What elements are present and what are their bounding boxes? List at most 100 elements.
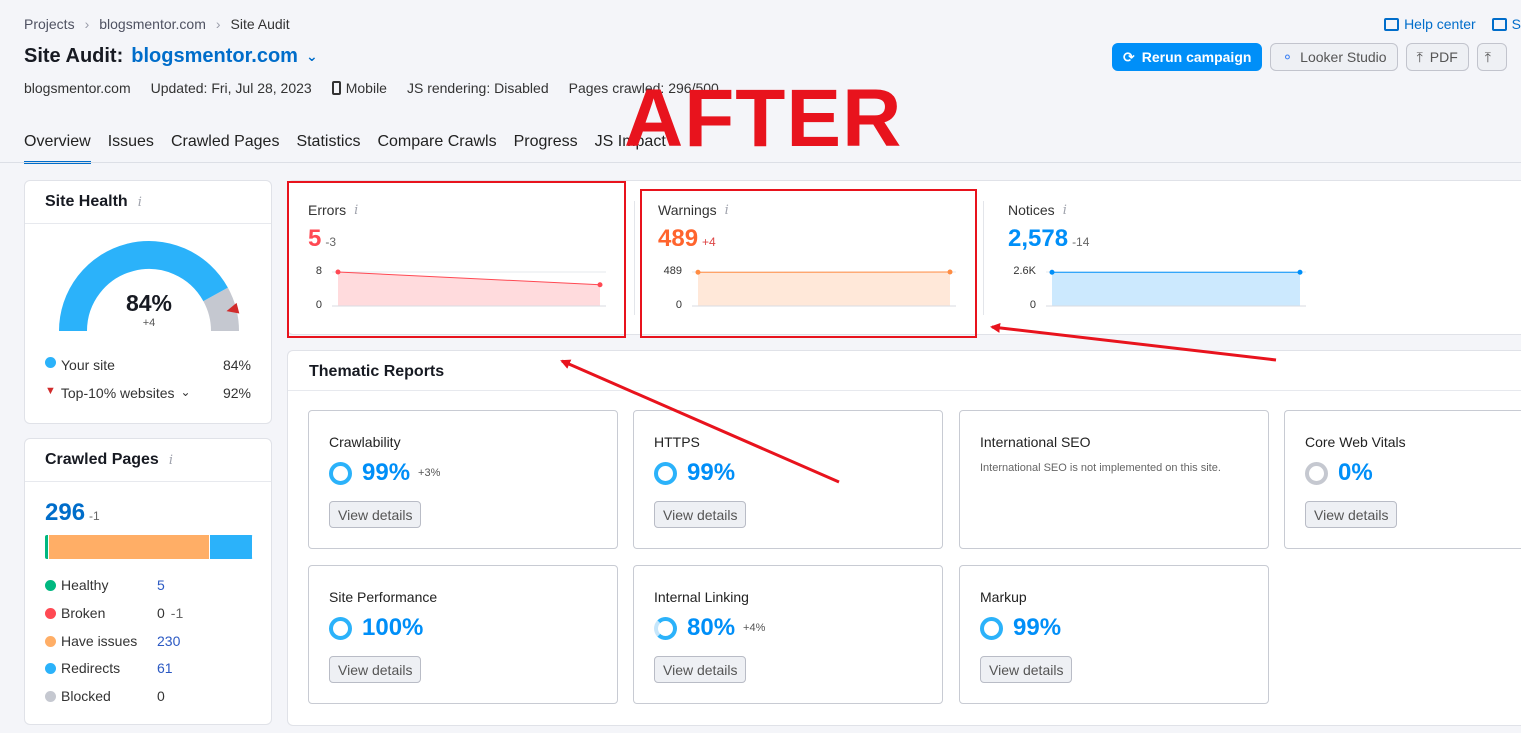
view-details-button[interactable]: View details bbox=[329, 501, 422, 528]
breadcrumb-projects[interactable]: Projects bbox=[24, 16, 75, 32]
row-redirects: Redirects 61 bbox=[45, 660, 173, 676]
blocked-dot bbox=[45, 691, 56, 702]
progress-ring-icon bbox=[329, 461, 352, 485]
site-performance-score[interactable]: 100% bbox=[329, 614, 423, 642]
your-site-row: Your site 84% bbox=[45, 357, 251, 373]
progress-ring-icon bbox=[329, 616, 352, 640]
tab-overview[interactable]: Overview bbox=[24, 133, 91, 164]
progress-ring-icon bbox=[1305, 461, 1328, 485]
after-annotation: AFTER bbox=[624, 73, 903, 164]
info-icon[interactable]: i bbox=[1063, 203, 1067, 218]
site-health-card: Site Health i 84% +4 Your site 84% ▼ Top… bbox=[24, 180, 272, 424]
meta-domain: blogsmentor.com bbox=[24, 80, 131, 96]
breadcrumb: Projects › blogsmentor.com › Site Audit bbox=[24, 16, 290, 32]
issues-dot bbox=[45, 636, 56, 647]
top-links: Help center S bbox=[1384, 16, 1521, 32]
header-actions: ⟳ Rerun campaign ⚬ Looker Studio ⤒ PDF ⤒ bbox=[1112, 43, 1507, 71]
row-have-issues: Have issues 230 bbox=[45, 633, 180, 649]
view-details-button[interactable]: View details bbox=[654, 656, 747, 683]
chevron-right-icon: › bbox=[84, 16, 90, 32]
data-point bbox=[1049, 269, 1055, 275]
meta-device: Mobile bbox=[331, 80, 387, 96]
mobile-icon bbox=[331, 81, 341, 95]
notices-chart bbox=[1046, 269, 1306, 307]
progress-ring-icon bbox=[654, 616, 677, 640]
notices-value[interactable]: 2,578 -14 bbox=[1008, 225, 1089, 253]
tab-crawled-pages[interactable]: Crawled Pages bbox=[171, 133, 280, 164]
book-icon bbox=[1384, 18, 1400, 31]
row-blocked: Blocked 0 bbox=[45, 688, 165, 704]
chat-icon bbox=[1491, 18, 1507, 31]
upload-icon: ⤒ bbox=[1484, 48, 1491, 65]
crawlability-score[interactable]: 99% +3% bbox=[329, 459, 440, 487]
progress-ring-icon bbox=[980, 616, 1003, 640]
tabs: Overview Issues Crawled Pages Statistics… bbox=[24, 133, 666, 164]
crawled-total[interactable]: 296 -1 bbox=[45, 499, 100, 527]
upload-icon: ⤒ bbox=[1416, 48, 1423, 65]
divider bbox=[983, 201, 984, 315]
triangle-down-icon: ▼ bbox=[45, 385, 56, 397]
your-site-dot bbox=[45, 357, 56, 368]
notices-ytop: 2.6K bbox=[1013, 265, 1036, 277]
markup-score[interactable]: 99% bbox=[980, 614, 1061, 642]
page-title: Site Audit: blogsmentor.com ⌄ bbox=[24, 45, 318, 68]
info-icon[interactable]: i bbox=[169, 453, 173, 468]
site-health-header: Site Health i bbox=[25, 181, 271, 224]
tab-statistics[interactable]: Statistics bbox=[296, 133, 360, 164]
report-international-seo: International SEO International SEO is n… bbox=[959, 410, 1269, 549]
info-icon[interactable]: i bbox=[138, 195, 142, 210]
chevron-down-icon: ⌄ bbox=[180, 385, 191, 399]
redirects-dot bbox=[45, 663, 56, 674]
annotation-box-warnings bbox=[640, 189, 977, 338]
https-score[interactable]: 99% bbox=[654, 459, 735, 487]
view-details-button[interactable]: View details bbox=[654, 501, 747, 528]
notices-label: Notices i bbox=[1008, 202, 1067, 218]
site-health-value: 84% bbox=[125, 290, 173, 316]
help-center-link[interactable]: Help center bbox=[1384, 16, 1476, 32]
broken-dot bbox=[45, 608, 56, 619]
progress-ring-icon bbox=[654, 461, 677, 485]
report-markup: Markup 99% View details bbox=[959, 565, 1269, 704]
crawled-pages-bar bbox=[45, 535, 253, 559]
divider bbox=[288, 390, 1521, 391]
row-broken: Broken 0 -1 bbox=[45, 605, 183, 621]
row-healthy: Healthy 5 bbox=[45, 577, 165, 593]
internal-linking-score[interactable]: 80% +4% bbox=[654, 614, 765, 642]
send-feedback-link[interactable]: S bbox=[1491, 16, 1521, 32]
core-web-vitals-score[interactable]: 0% bbox=[1305, 459, 1373, 487]
rerun-campaign-button[interactable]: ⟳ Rerun campaign bbox=[1112, 43, 1263, 71]
data-point bbox=[1297, 269, 1303, 275]
view-details-button[interactable]: View details bbox=[1305, 501, 1398, 528]
tab-issues[interactable]: Issues bbox=[108, 133, 154, 164]
pdf-button[interactable]: ⤒ PDF bbox=[1405, 43, 1469, 71]
view-details-button[interactable]: View details bbox=[329, 656, 422, 683]
view-details-button[interactable]: View details bbox=[980, 656, 1073, 683]
chevron-right-icon: › bbox=[215, 16, 221, 32]
notices-ybottom: 0 bbox=[1029, 299, 1036, 311]
area-fill bbox=[1052, 272, 1300, 306]
report-internal-linking: Internal Linking 80% +4% View details bbox=[633, 565, 943, 704]
tab-compare-crawls[interactable]: Compare Crawls bbox=[377, 133, 496, 164]
domain-selector[interactable]: blogsmentor.com bbox=[131, 45, 298, 68]
bar-segment-have-issues[interactable] bbox=[49, 535, 210, 559]
looker-icon: ⚬ bbox=[1281, 48, 1294, 65]
audit-meta: blogsmentor.com Updated: Fri, Jul 28, 20… bbox=[24, 80, 719, 96]
healthy-dot bbox=[45, 580, 56, 591]
chevron-down-icon[interactable]: ⌄ bbox=[306, 48, 318, 65]
refresh-icon: ⟳ bbox=[1123, 48, 1135, 65]
report-https: HTTPS 99% View details bbox=[633, 410, 943, 549]
divider bbox=[634, 201, 635, 315]
international-seo-note: International SEO is not implemented on … bbox=[980, 462, 1221, 474]
bar-segment-redirects[interactable] bbox=[209, 535, 253, 559]
top10-row[interactable]: ▼ Top-10% websites ⌄ 92% bbox=[45, 385, 251, 401]
crawled-pages-header: Crawled Pages i bbox=[25, 439, 271, 482]
looker-studio-button[interactable]: ⚬ Looker Studio bbox=[1270, 43, 1398, 71]
thematic-title: Thematic Reports bbox=[309, 363, 445, 380]
breadcrumb-current: Site Audit bbox=[230, 16, 290, 32]
tab-progress[interactable]: Progress bbox=[514, 133, 578, 164]
report-core-web-vitals: Core Web Vitals 0% View details bbox=[1284, 410, 1521, 549]
breadcrumb-project[interactable]: blogsmentor.com bbox=[99, 16, 206, 32]
annotation-box-errors bbox=[287, 181, 626, 338]
export-button[interactable]: ⤒ bbox=[1476, 43, 1507, 71]
meta-js: JS rendering: Disabled bbox=[406, 80, 549, 96]
